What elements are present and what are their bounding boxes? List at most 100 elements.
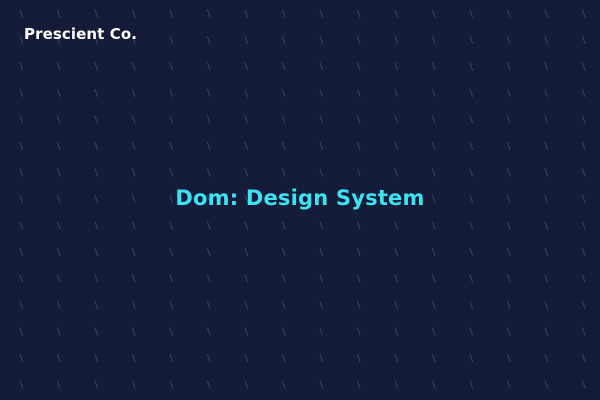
pattern-dash <box>469 168 473 177</box>
pattern-dash <box>207 115 211 124</box>
page-title: Dom: Design System <box>175 186 425 210</box>
pattern-dash <box>544 9 548 18</box>
pattern-dash <box>469 274 473 283</box>
pattern-dash <box>244 327 248 336</box>
pattern-dash <box>432 380 436 389</box>
pattern-dash <box>19 89 23 97</box>
pattern-dash <box>394 62 398 71</box>
brand-logo-text: Prescient Co. <box>24 25 138 43</box>
pattern-dash <box>132 62 136 71</box>
pattern-dash <box>19 168 23 177</box>
pattern-dash <box>357 9 361 18</box>
pattern-dash <box>507 380 511 389</box>
pattern-dash <box>57 327 61 336</box>
pattern-dash <box>244 168 248 177</box>
pattern-dash <box>169 221 173 230</box>
pattern-dash <box>394 36 398 44</box>
pattern-dash <box>94 380 98 389</box>
pattern-dash <box>319 36 323 44</box>
pattern-dash <box>57 354 61 362</box>
pattern-dash <box>357 89 361 97</box>
pattern-dash <box>132 248 136 256</box>
pattern-dash <box>394 354 398 362</box>
pattern-dash <box>544 327 548 336</box>
pattern-dash <box>507 115 511 124</box>
pattern-dash <box>94 301 98 309</box>
pattern-dash <box>94 89 98 97</box>
pattern-dash <box>282 9 286 18</box>
pattern-dash <box>582 327 586 336</box>
pattern-dash <box>282 274 286 283</box>
pattern-dash <box>19 274 23 283</box>
pattern-dash <box>432 62 436 71</box>
pattern-dash <box>132 9 136 18</box>
pattern-dash <box>469 327 473 336</box>
pattern-dash <box>169 168 173 177</box>
pattern-dash <box>94 9 98 18</box>
pattern-dash <box>394 9 398 18</box>
pattern-dash <box>319 221 323 230</box>
pattern-dash <box>244 221 248 230</box>
pattern-dash <box>582 380 586 389</box>
pattern-dash <box>507 89 511 97</box>
pattern-dash <box>394 115 398 124</box>
pattern-dash <box>207 380 211 389</box>
pattern-dash <box>319 115 323 124</box>
pattern-dash <box>57 115 61 124</box>
pattern-dash <box>507 62 511 71</box>
pattern-dash <box>432 221 436 230</box>
pattern-dash <box>244 36 248 44</box>
pattern-dash <box>507 221 511 230</box>
pattern-dash <box>544 354 548 362</box>
pattern-dash <box>57 168 61 177</box>
pattern-dash <box>544 380 548 389</box>
pattern-dash <box>57 142 61 150</box>
pattern-dash <box>319 168 323 177</box>
pattern-dash <box>132 380 136 389</box>
pattern-dash <box>169 248 173 256</box>
pattern-dash <box>469 354 473 362</box>
pattern-dash <box>469 142 473 150</box>
pattern-dash <box>394 168 398 177</box>
pattern-dash <box>244 89 248 97</box>
pattern-dash <box>19 380 23 389</box>
pattern-dash <box>244 115 248 124</box>
pattern-dash <box>282 301 286 309</box>
pattern-dash <box>19 301 23 309</box>
pattern-dash <box>357 301 361 309</box>
pattern-dash <box>582 36 586 44</box>
pattern-dash <box>282 62 286 71</box>
pattern-dash <box>507 248 511 256</box>
pattern-dash <box>207 354 211 362</box>
pattern-dash <box>357 142 361 150</box>
pattern-dash <box>132 354 136 362</box>
pattern-dash <box>469 89 473 97</box>
pattern-dash <box>282 380 286 389</box>
pattern-dash <box>582 62 586 71</box>
pattern-dash <box>544 62 548 71</box>
pattern-dash <box>507 9 511 18</box>
pattern-dash <box>544 36 548 44</box>
pattern-dash <box>432 354 436 362</box>
pattern-dash <box>57 380 61 389</box>
pattern-dash <box>19 36 23 44</box>
pattern-dash <box>244 9 248 18</box>
pattern-dash <box>282 115 286 124</box>
pattern-dash <box>394 142 398 150</box>
pattern-dash <box>282 354 286 362</box>
pattern-dash <box>469 9 473 18</box>
pattern-dash <box>357 115 361 124</box>
pattern-dash <box>507 168 511 177</box>
pattern-dash <box>282 248 286 256</box>
pattern-dash <box>132 142 136 150</box>
pattern-dash <box>94 248 98 256</box>
pattern-dash <box>469 301 473 309</box>
pattern-dash <box>544 115 548 124</box>
pattern-dash <box>57 248 61 256</box>
pattern-dash <box>282 89 286 97</box>
pattern-dash <box>207 89 211 97</box>
pattern-dash <box>582 354 586 362</box>
pattern-dash <box>19 327 23 336</box>
pattern-dash <box>319 142 323 150</box>
pattern-dash <box>244 248 248 256</box>
